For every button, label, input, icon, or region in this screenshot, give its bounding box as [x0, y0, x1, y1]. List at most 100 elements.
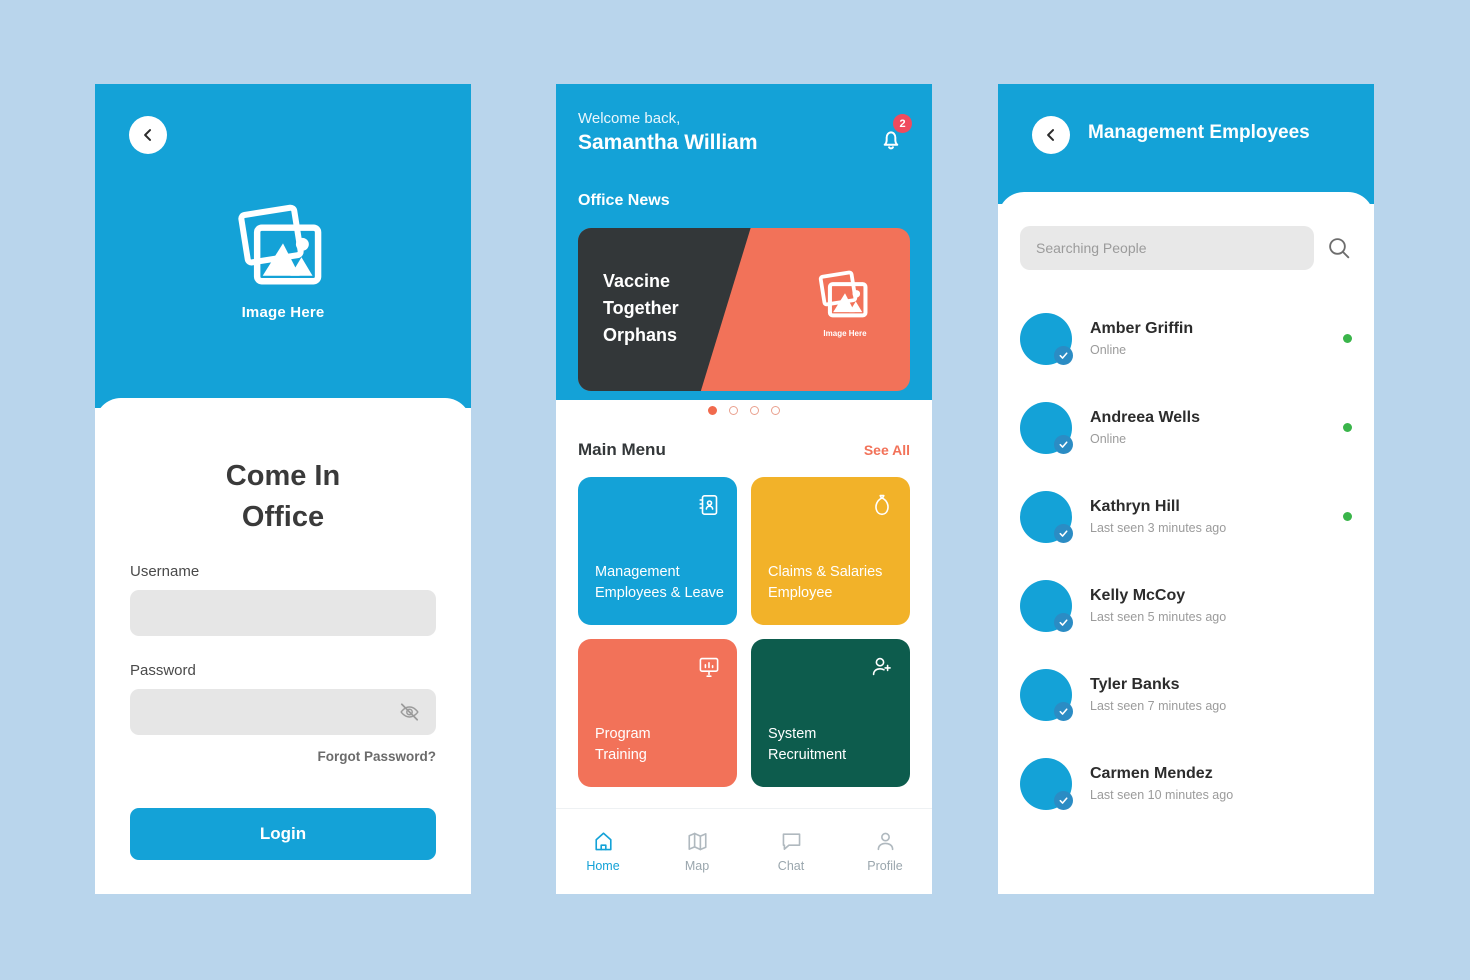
list-item[interactable]: Amber Griffin Online [1020, 294, 1352, 383]
tile-management-employees-leave[interactable]: Management Employees & Leave [578, 477, 737, 625]
avatar [1020, 312, 1073, 365]
nav-item-profile[interactable]: Profile [838, 830, 932, 873]
login-card: Come In Office Username Password Forgot [95, 398, 471, 894]
main-menu-title: Main Menu [578, 440, 666, 459]
login-button[interactable]: Login [130, 808, 436, 861]
title-line-1: Come In [225, 460, 341, 492]
back-button[interactable] [1032, 116, 1070, 154]
news-card-image-placeholder: Image Here [818, 268, 872, 338]
person-name: Andreea Wells [1090, 409, 1200, 426]
welcome-row: Welcome back, Samantha William 2 [578, 110, 912, 155]
person-name: Kelly McCoy [1090, 587, 1186, 604]
tile-label: Claims & Salaries Employee [768, 562, 898, 606]
person-name: Amber Griffin [1090, 320, 1194, 337]
search-input[interactable] [1036, 240, 1298, 256]
main-menu-header: Main Menu See All [578, 440, 910, 460]
page-title: Management Employees [1088, 122, 1310, 143]
person-info: Carmen Mendez Last seen 10 minutes ago [1090, 765, 1343, 802]
person-info: Tyler Banks Last seen 7 minutes ago [1090, 676, 1343, 713]
employees-screen: Management Employees Searching People Am… [998, 84, 1374, 894]
carousel-dots [556, 406, 932, 415]
list-item[interactable]: Kathryn Hill Last seen 3 minutes ago [1020, 472, 1352, 561]
list-item[interactable]: Andreea Wells Online [1020, 383, 1352, 472]
forgot-password-link[interactable]: Forgot Password? [130, 749, 436, 764]
carousel-dot-3[interactable] [750, 406, 759, 415]
employees-card: Amber Griffin Online Andreea Wells O [998, 192, 1374, 894]
nav-label: Map [684, 859, 710, 873]
tile-label-line-2: Employee [768, 585, 833, 602]
avatar [1020, 579, 1073, 632]
contact-book-icon [699, 494, 718, 515]
nav-item-home[interactable]: Home [556, 830, 650, 873]
tile-label-line-2: Recruitment [768, 747, 847, 764]
office-news-title: Office News [578, 192, 670, 209]
tile-label: Management Employees & Leave [595, 562, 725, 606]
avatar [1020, 757, 1073, 810]
image-placeholder-icon [238, 204, 322, 285]
password-input[interactable] [144, 704, 422, 721]
verified-badge-icon [1054, 701, 1073, 721]
person-status: Online [1090, 343, 1127, 357]
verified-badge-icon [1054, 523, 1073, 543]
tile-claims-salaries-employee[interactable]: Claims & Salaries Employee [751, 477, 910, 625]
username-field[interactable] [130, 590, 436, 637]
back-button[interactable] [129, 116, 167, 154]
person-status: Last seen 5 minutes ago [1090, 610, 1227, 624]
search-field[interactable] [1020, 226, 1314, 270]
person-name: Carmen Mendez [1090, 765, 1213, 782]
avatar [1020, 668, 1073, 721]
image-placeholder: Image Here [95, 200, 471, 321]
list-item[interactable]: Tyler Banks Last seen 7 minutes ago [1020, 650, 1352, 739]
username-input[interactable] [144, 605, 422, 622]
person-status: Last seen 10 minutes ago [1090, 788, 1234, 802]
nav-label: Home [586, 859, 620, 873]
page-title: Come In Office [130, 456, 436, 537]
home-screen: Welcome back, Samantha William 2 Office … [556, 84, 932, 894]
nav-label: Chat [777, 859, 805, 873]
home-icon [594, 832, 612, 851]
news-card-title: Vaccine Together Orphans [603, 268, 679, 349]
tile-program-training[interactable]: Program Training [578, 639, 737, 787]
online-status-dot [1343, 512, 1352, 521]
password-label: Password [130, 662, 196, 680]
tile-label-line-1: System [768, 725, 817, 742]
main-menu-tiles: Management Employees & Leave Claims & Sa… [578, 477, 910, 787]
notification-badge: 2 [893, 114, 912, 133]
tile-label-line-1: Management [595, 563, 680, 580]
carousel-dot-1[interactable] [708, 406, 717, 415]
image-placeholder-icon [818, 270, 868, 318]
carousel-dot-4[interactable] [771, 406, 780, 415]
nav-label: Profile [867, 859, 903, 873]
news-title-line-3: Orphans [603, 325, 678, 345]
tile-system-recruitment[interactable]: System Recruitment [751, 639, 910, 787]
news-title-line-2: Together [603, 298, 679, 318]
map-icon [687, 832, 707, 851]
news-card[interactable]: Vaccine Together Orphans Image Here [578, 228, 910, 391]
title-line-2: Office [241, 500, 325, 533]
eye-off-icon[interactable] [399, 702, 420, 723]
person-info: Kelly McCoy Last seen 5 minutes ago [1090, 587, 1343, 624]
nav-item-chat[interactable]: Chat [744, 830, 838, 873]
verified-badge-icon [1054, 612, 1073, 632]
mockup-stage: Image Here Come In Office Username Passw… [0, 0, 1470, 980]
list-item[interactable]: Kelly McCoy Last seen 5 minutes ago [1020, 561, 1352, 650]
image-placeholder-label: Image Here [241, 304, 325, 321]
profile-icon [877, 832, 893, 851]
carousel-dot-2[interactable] [729, 406, 738, 415]
chat-icon [782, 833, 800, 850]
online-status-dot [1343, 334, 1352, 343]
see-all-link[interactable]: See All [864, 442, 910, 458]
nav-item-map[interactable]: Map [650, 830, 744, 873]
notifications-button[interactable]: 2 [876, 114, 912, 152]
password-field[interactable] [130, 689, 436, 736]
tile-label-line-2: Employees & Leave [595, 585, 724, 602]
person-name: Tyler Banks [1090, 676, 1180, 693]
list-item[interactable]: Carmen Mendez Last seen 10 minutes ago [1020, 739, 1352, 828]
news-title-line-1: Vaccine [603, 271, 671, 291]
search-icon[interactable] [1326, 235, 1352, 261]
person-status: Last seen 7 minutes ago [1090, 699, 1227, 713]
online-status-dot [1343, 423, 1352, 432]
welcome-greeting: Welcome back, [578, 110, 681, 127]
person-status: Last seen 3 minutes ago [1090, 521, 1227, 535]
welcome-block: Welcome back, Samantha William [578, 110, 758, 155]
